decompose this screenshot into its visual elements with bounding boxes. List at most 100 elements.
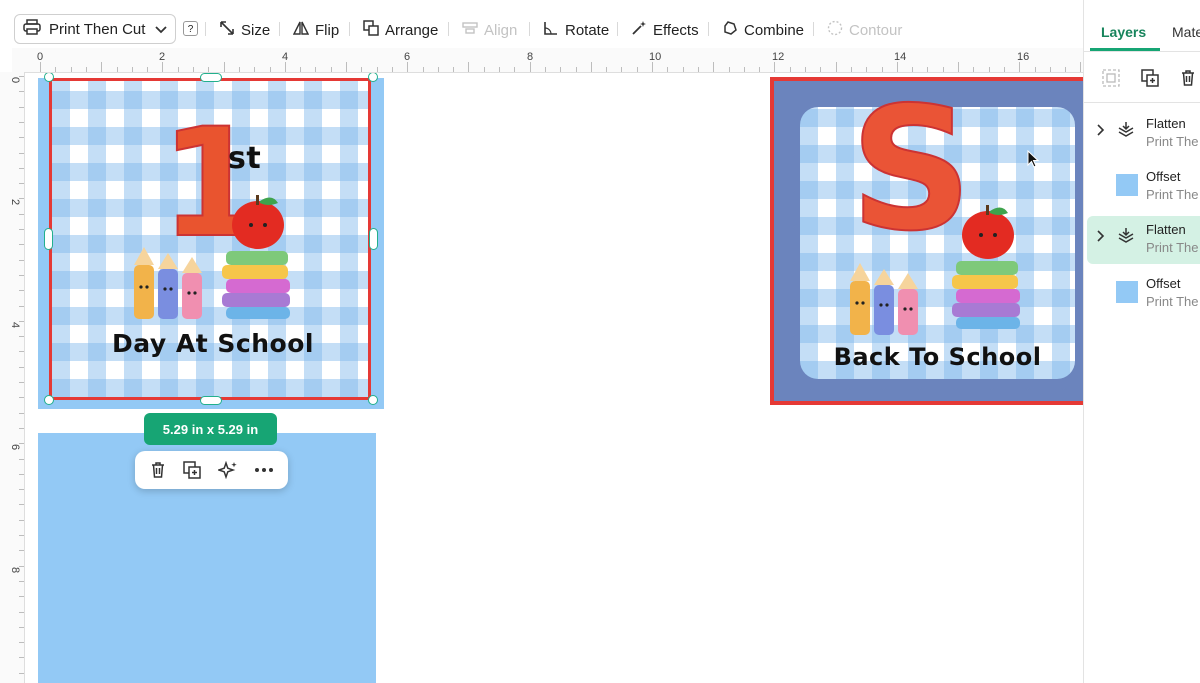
ruler-tick	[1019, 62, 1021, 72]
effects-label: Effects	[653, 21, 699, 39]
tab-materials[interactable]: Mate	[1172, 24, 1200, 40]
selection-action-bar	[135, 451, 288, 489]
ruler-tick	[19, 611, 24, 613]
chevron-right-icon[interactable]	[1097, 229, 1105, 247]
ruler-label: 6	[9, 443, 22, 451]
sparkle-icon[interactable]	[217, 461, 238, 479]
ruler-tick	[927, 67, 929, 72]
ruler-tick	[315, 67, 317, 72]
ruler-tick	[1034, 67, 1036, 72]
tab-layers[interactable]: Layers	[1101, 24, 1146, 40]
trash-icon[interactable]	[1179, 69, 1197, 92]
layer-swatch	[1116, 174, 1138, 196]
rotate-button[interactable]: Rotate	[543, 17, 609, 43]
layer-row-selected[interactable]: Flatten Print The	[1087, 216, 1200, 264]
resize-handle[interactable]	[369, 228, 378, 250]
ruler-tick	[912, 67, 914, 72]
chevron-right-icon[interactable]	[1097, 123, 1105, 141]
ruler-tick	[300, 67, 302, 72]
ruler-tick	[19, 382, 24, 383]
resize-handle[interactable]	[44, 228, 53, 250]
ruler-tick	[19, 443, 24, 445]
group-icon[interactable]	[1102, 69, 1120, 92]
effects-button[interactable]: Effects	[631, 17, 699, 43]
ruler-tick	[101, 62, 103, 72]
combine-button[interactable]: Combine	[722, 17, 804, 43]
ruler-label: 0	[9, 76, 22, 84]
ruler-tick	[223, 62, 225, 72]
ruler-tick	[19, 596, 24, 598]
more-icon[interactable]	[254, 467, 274, 473]
flip-label: Flip	[315, 21, 340, 39]
ruler-tick	[805, 67, 806, 72]
contour-label: Contour	[849, 21, 903, 39]
ruler-tick	[85, 67, 87, 72]
ruler-tick	[19, 259, 24, 261]
ruler-tick	[789, 67, 791, 72]
ruler-tick	[284, 62, 286, 72]
ruler-tick	[19, 229, 24, 230]
ruler-tick	[1080, 62, 1082, 72]
ruler-label: 10	[649, 51, 662, 63]
ruler-tick	[19, 580, 24, 582]
ruler-tick	[19, 412, 24, 414]
layer-row[interactable]: Offset Print The	[1084, 163, 1200, 211]
contour-button[interactable]: Contour	[827, 17, 902, 43]
size-icon	[219, 20, 235, 40]
flip-icon	[292, 20, 310, 40]
first-day-design[interactable]: 1 st Day At School	[49, 78, 371, 400]
layer-title: Flatten	[1146, 222, 1186, 237]
cursor-icon	[1027, 150, 1039, 168]
ruler-label: 2	[9, 198, 22, 206]
ruler-tick	[652, 62, 653, 72]
ruler-tick	[896, 62, 898, 72]
layer-row[interactable]: Flatten Print The	[1084, 110, 1200, 158]
arrange-button[interactable]: Arrange	[363, 17, 438, 43]
effects-icon	[631, 20, 647, 40]
resize-handle[interactable]	[44, 395, 54, 405]
ruler-tick	[116, 67, 118, 72]
design-caption: Back To School	[833, 343, 1042, 371]
size-button[interactable]: Size	[219, 17, 270, 43]
design-caption: Day At School	[112, 329, 314, 358]
layer-row[interactable]: Offset Print The	[1084, 270, 1200, 318]
help-icon[interactable]: ?	[183, 21, 198, 36]
ruler-tick	[19, 152, 24, 154]
printer-icon	[23, 19, 41, 39]
back-to-school-design[interactable]: S Back To School	[770, 77, 1083, 405]
ruler-tick	[19, 397, 24, 399]
layer-subtitle: Print The	[1146, 240, 1199, 255]
trash-icon[interactable]	[149, 461, 167, 479]
resize-handle[interactable]	[200, 73, 222, 82]
ruler-tick	[866, 67, 868, 72]
ruler-tick	[453, 67, 455, 72]
ruler-tick	[238, 67, 240, 72]
ruler-tick	[667, 67, 669, 72]
align-button[interactable]: Align	[462, 17, 517, 43]
flip-button[interactable]: Flip	[292, 17, 340, 43]
resize-handle[interactable]	[200, 396, 222, 405]
ruler-tick	[529, 62, 531, 72]
ruler-tick	[162, 62, 164, 72]
ruler-tick	[19, 519, 24, 521]
ruler-tick	[330, 67, 332, 72]
layer-subtitle: Print The	[1146, 294, 1199, 309]
design-canvas[interactable]: 1 st Day At School S Back To School	[25, 73, 1083, 683]
ruler-tick	[499, 67, 500, 72]
duplicate-icon[interactable]	[183, 461, 202, 479]
operation-select[interactable]: Print Then Cut	[14, 14, 176, 44]
ruler-tick	[942, 67, 944, 72]
ruler-tick	[850, 67, 852, 72]
layer-subtitle: Print The	[1146, 134, 1199, 149]
ruler-tick	[193, 67, 194, 72]
ruler-tick	[621, 67, 623, 72]
duplicate-icon[interactable]	[1141, 69, 1159, 92]
resize-handle[interactable]	[368, 395, 378, 405]
ruler-tick	[468, 62, 470, 72]
ruler-label: 8	[9, 566, 22, 574]
ruler-tick	[437, 67, 439, 72]
combine-icon	[722, 20, 738, 40]
ruler-tick	[590, 62, 592, 72]
ruler-tick	[19, 167, 24, 169]
ruler-tick	[19, 76, 24, 77]
